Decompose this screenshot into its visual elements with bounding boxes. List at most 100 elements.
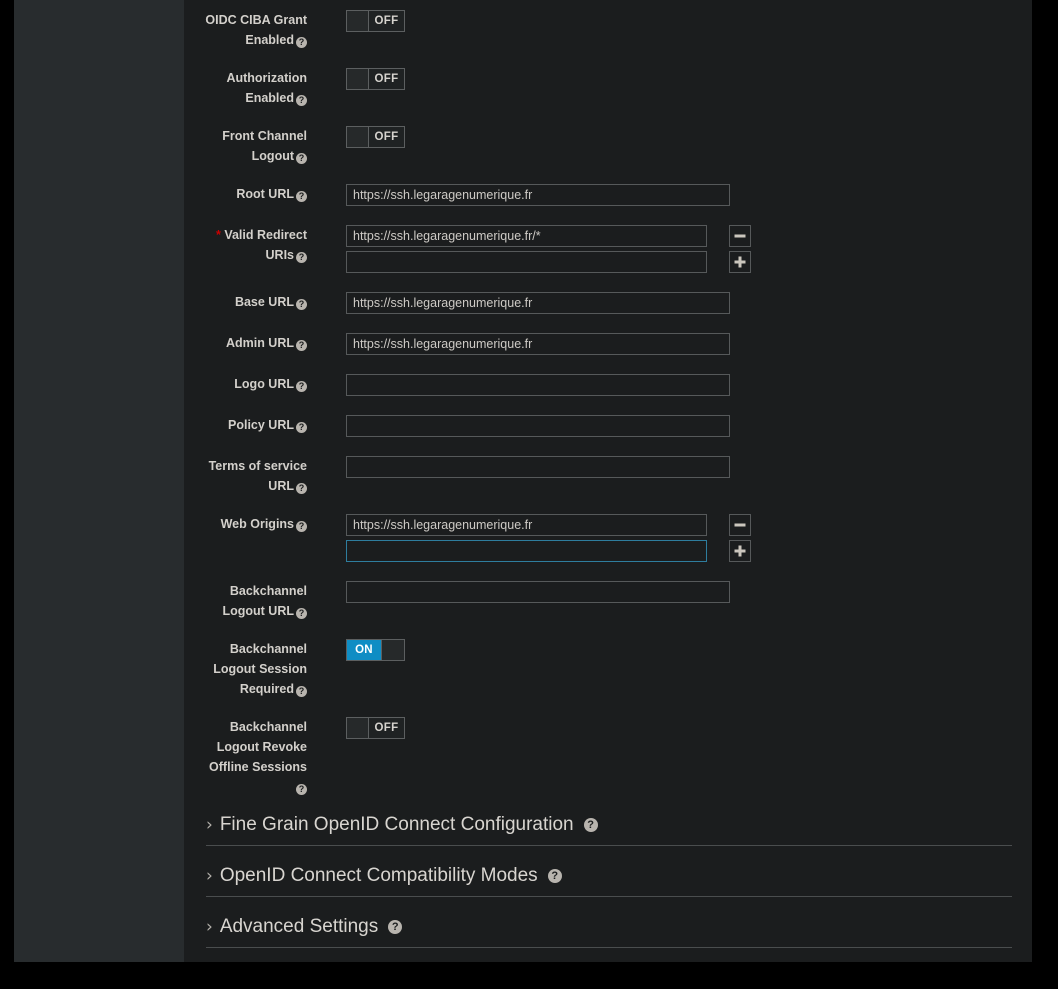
- label-line: OIDC CIBA Grant: [205, 13, 307, 27]
- label-line: Base URL: [234, 295, 294, 309]
- help-icon[interactable]: ?: [296, 95, 307, 106]
- base-url-input[interactable]: [346, 292, 730, 314]
- label-line: Logout Session: [213, 662, 307, 676]
- section-title-wrap: › Fine Grain OpenID Connect Configuratio…: [206, 812, 598, 838]
- section-divider: [206, 896, 1012, 897]
- help-icon[interactable]: ?: [296, 521, 307, 532]
- section-divider: [206, 947, 1012, 948]
- chevron-right-icon: ›: [206, 916, 213, 937]
- field-label-backchannel-logout-revoke-offline-sessions: Backchannel Logout Revoke Offline Sessio…: [184, 717, 307, 797]
- section-title-wrap: › OpenID Connect Compatibility Modes ?: [206, 863, 562, 889]
- label-line: Authorization: [226, 71, 307, 85]
- label-line: Valid Redirect: [224, 228, 307, 242]
- help-icon[interactable]: ?: [296, 381, 307, 392]
- add-web-origin-button[interactable]: [729, 540, 751, 562]
- field-label-authorization-enabled: Authorization Enabled?: [184, 68, 307, 108]
- switch-handle: [347, 718, 369, 738]
- switch-state-label: ON: [347, 640, 382, 660]
- switch-handle: [347, 127, 369, 147]
- label-line: Root URL: [236, 187, 294, 201]
- field-label-oidc-ciba-grant-enabled: OIDC CIBA Grant Enabled?: [184, 10, 307, 50]
- valid-redirect-uri-input-1[interactable]: [346, 225, 707, 247]
- switch-backchannel-logout-revoke-offline-sessions[interactable]: OFF: [346, 717, 405, 739]
- label-line: Backchannel: [229, 720, 307, 734]
- logo-url-input[interactable]: [346, 374, 730, 396]
- label-line: Required: [239, 682, 294, 696]
- field-label-admin-url: Admin URL?: [184, 333, 307, 353]
- valid-redirect-uri-input-2[interactable]: [346, 251, 707, 273]
- label-line: Front Channel: [222, 129, 307, 143]
- plus-icon: [730, 252, 750, 272]
- root-url-input[interactable]: [346, 184, 730, 206]
- switch-oidc-ciba-grant-enabled[interactable]: OFF: [346, 10, 405, 32]
- label-line: Logout URL: [222, 604, 294, 618]
- section-title: OpenID Connect Compatibility Modes: [219, 865, 538, 886]
- required-asterisk: *: [215, 228, 221, 242]
- switch-handle: [382, 640, 404, 660]
- field-label-base-url: Base URL?: [184, 292, 307, 312]
- switch-handle: [347, 69, 369, 89]
- add-valid-redirect-uri-button[interactable]: [729, 251, 751, 273]
- help-icon[interactable]: ?: [296, 483, 307, 494]
- minus-icon: [730, 515, 750, 535]
- field-label-web-origins: Web Origins?: [184, 514, 307, 534]
- label-line: Admin URL: [225, 336, 294, 350]
- help-icon[interactable]: ?: [296, 37, 307, 48]
- label-line: URL: [268, 479, 294, 493]
- minus-icon: [730, 226, 750, 246]
- label-line: Logout: [251, 149, 294, 163]
- field-label-front-channel-logout: Front Channel Logout?: [184, 126, 307, 166]
- section-title-wrap: › Advanced Settings ?: [206, 914, 403, 940]
- field-label-root-url: Root URL?: [184, 184, 307, 204]
- backchannel-logout-url-input[interactable]: [346, 581, 730, 603]
- help-icon[interactable]: ?: [296, 340, 307, 351]
- label-line: Enabled: [245, 91, 294, 105]
- switch-state-label: OFF: [369, 127, 404, 147]
- client-settings-form: OIDC CIBA Grant Enabled? OFF Authorizati…: [184, 0, 1032, 962]
- section-title: Advanced Settings: [219, 916, 379, 937]
- switch-state-label: OFF: [369, 69, 404, 89]
- switch-state-label: OFF: [369, 718, 404, 738]
- switch-authorization-enabled[interactable]: OFF: [346, 68, 405, 90]
- label-line: Logout Revoke: [216, 740, 307, 754]
- plus-icon: [730, 541, 750, 561]
- label-line: URIs: [265, 248, 294, 262]
- help-icon[interactable]: ?: [296, 422, 307, 433]
- label-line: Web Origins: [220, 517, 294, 531]
- help-icon[interactable]: ?: [583, 818, 598, 832]
- remove-valid-redirect-uri-button[interactable]: [729, 225, 751, 247]
- field-label-terms-of-service-url: Terms of service URL?: [184, 456, 307, 496]
- help-icon[interactable]: ?: [296, 191, 307, 202]
- help-icon[interactable]: ?: [547, 869, 562, 883]
- web-origin-input-2[interactable]: [346, 540, 707, 562]
- remove-web-origin-button[interactable]: [729, 514, 751, 536]
- help-icon[interactable]: ?: [388, 920, 403, 934]
- help-icon[interactable]: ?: [296, 153, 307, 164]
- switch-front-channel-logout[interactable]: OFF: [346, 126, 405, 148]
- label-line: Policy URL: [228, 418, 294, 432]
- chevron-right-icon: ›: [206, 814, 213, 835]
- policy-url-input[interactable]: [346, 415, 730, 437]
- label-line: Enabled: [245, 33, 294, 47]
- field-label-logo-url: Logo URL?: [184, 374, 307, 394]
- switch-backchannel-logout-session-required[interactable]: ON: [346, 639, 405, 661]
- web-origin-input-1[interactable]: [346, 514, 707, 536]
- chevron-right-icon: ›: [206, 865, 213, 886]
- label-line: Logo URL: [234, 377, 294, 391]
- help-icon[interactable]: ?: [296, 608, 307, 619]
- help-icon[interactable]: ?: [296, 299, 307, 310]
- field-label-valid-redirect-uris: * Valid Redirect URIs?: [184, 225, 307, 265]
- field-label-policy-url: Policy URL?: [184, 415, 307, 435]
- label-line: Backchannel: [229, 642, 307, 656]
- terms-of-service-url-input[interactable]: [346, 456, 730, 478]
- label-line: Offline Sessions: [209, 760, 307, 774]
- admin-url-input[interactable]: [346, 333, 730, 355]
- help-icon[interactable]: ?: [296, 252, 307, 263]
- help-icon[interactable]: ?: [296, 784, 307, 795]
- help-icon[interactable]: ?: [296, 686, 307, 697]
- switch-state-label: OFF: [369, 11, 404, 31]
- switch-handle: [347, 11, 369, 31]
- section-title: Fine Grain OpenID Connect Configuration: [219, 814, 574, 835]
- section-divider: [206, 845, 1012, 846]
- label-line: Backchannel: [229, 584, 307, 598]
